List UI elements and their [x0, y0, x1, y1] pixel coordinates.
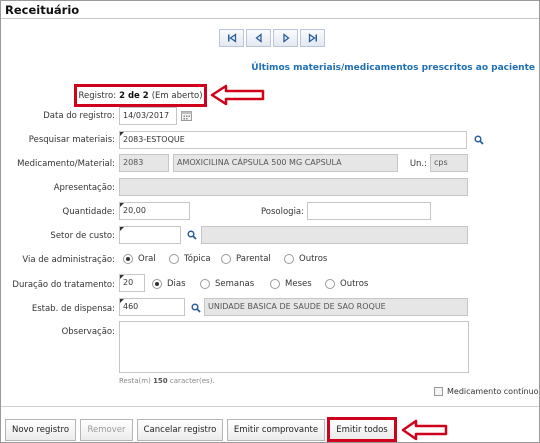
annotation-arrow-icon	[210, 84, 265, 106]
medicamento-name-field: AMOXICILINA CÁPSULA 500 MG CAPSULA	[173, 154, 398, 172]
duracao-semanas-label: Semanas	[215, 279, 255, 289]
apresentacao-label: Apresentação:	[53, 183, 115, 193]
footer-divider	[1, 406, 539, 407]
radio-parental[interactable]	[221, 254, 231, 264]
receituario-window: Receituário Últimos materiais/medicament…	[0, 0, 540, 443]
pesquisar-materiais-input[interactable]: 2083-ESTOQUE	[119, 131, 467, 149]
remaining-suffix: caracter(es).	[169, 377, 215, 385]
duracao-dias-option[interactable]: Dias	[152, 279, 200, 289]
search-icon[interactable]	[474, 135, 484, 145]
via-parental-label: Parental	[236, 254, 271, 264]
estab-dispensa-label: Estab. de dispensa:	[31, 304, 115, 314]
registro-indicator: Registro: 2 de 2 (Em aberto)	[74, 84, 207, 107]
quantidade-label: Quantidade:	[62, 207, 115, 217]
ultimos-prescritos-link[interactable]: Últimos materiais/medicamentos prescrito…	[251, 63, 535, 73]
via-outros-label: Outros	[299, 254, 328, 264]
remaining-prefix: Resta(m)	[119, 377, 151, 385]
radio-meses[interactable]	[270, 279, 280, 289]
medicamento-label: Medicamento/Material:	[17, 159, 115, 169]
next-page-icon	[282, 33, 290, 43]
cancelar-registro-button[interactable]: Cancelar registro	[137, 419, 223, 441]
via-administracao-radio-group: Oral Tópica Parental Outros	[123, 254, 327, 264]
medicamento-continuo-label: Medicamento contínuo	[447, 387, 539, 396]
annotation-arrow-icon	[401, 419, 448, 441]
last-page-button[interactable]	[300, 29, 325, 47]
emitir-comprovante-button[interactable]: Emitir comprovante	[227, 419, 325, 441]
duracao-radio-group: Dias Semanas Meses Outros	[152, 279, 368, 289]
duracao-dias-label: Dias	[167, 279, 186, 289]
unidade-field: cps	[430, 154, 468, 172]
setor-custo-name-field	[201, 226, 468, 244]
duracao-input[interactable]: 20	[119, 274, 145, 292]
observacao-textarea[interactable]	[119, 321, 469, 373]
quantidade-input[interactable]: 20,00	[119, 202, 190, 220]
posologia-input[interactable]	[307, 202, 431, 220]
medicamento-continuo-checkbox[interactable]: Medicamento contínuo	[434, 387, 539, 396]
data-registro-field[interactable]: 14/03/2017	[119, 107, 177, 125]
calendar-icon[interactable]	[181, 110, 192, 121]
radio-topica[interactable]	[169, 254, 179, 264]
via-outros-option[interactable]: Outros	[284, 254, 327, 264]
registro-value: 2 de 2	[119, 90, 149, 101]
duracao-outros-option[interactable]: Outros	[325, 279, 368, 289]
via-administracao-label: Via de administração:	[22, 255, 115, 265]
duracao-meses-option[interactable]: Meses	[270, 279, 325, 289]
duracao-meses-label: Meses	[285, 279, 312, 289]
remover-button[interactable]: Remover	[80, 419, 133, 441]
search-icon[interactable]	[187, 230, 197, 240]
title-divider	[1, 18, 539, 19]
first-page-button[interactable]	[219, 29, 244, 47]
unidade-label: Un.:	[409, 159, 427, 169]
search-icon[interactable]	[191, 303, 201, 313]
setor-custo-label: Setor de custo:	[50, 231, 115, 241]
last-page-icon	[308, 33, 317, 43]
registro-status: (Em aberto)	[151, 90, 203, 101]
via-parental-option[interactable]: Parental	[221, 254, 284, 264]
via-topica-label: Tópica	[184, 254, 211, 264]
emitir-todos-button[interactable]: Emitir todos	[327, 417, 397, 442]
radio-duracao-outros[interactable]	[325, 279, 335, 289]
record-pager	[219, 29, 325, 47]
page-title: Receituário	[5, 3, 80, 17]
next-page-button[interactable]	[273, 29, 298, 47]
duracao-outros-label: Outros	[340, 279, 369, 289]
radio-dias[interactable]	[152, 279, 162, 289]
pesquisar-materiais-label: Pesquisar materiais:	[28, 135, 115, 145]
setor-custo-input[interactable]	[119, 226, 181, 244]
estab-dispensa-name-field: UNIDADE BASICA DE SAUDE DE SAO ROQUE	[204, 298, 468, 316]
radio-outros[interactable]	[284, 254, 294, 264]
duracao-semanas-option[interactable]: Semanas	[200, 279, 270, 289]
previous-page-button[interactable]	[246, 29, 271, 47]
via-oral-option[interactable]: Oral	[123, 254, 169, 264]
medicamento-code-field: 2083	[119, 154, 169, 172]
estab-dispensa-input[interactable]: 460	[119, 298, 185, 316]
radio-oral[interactable]	[123, 254, 133, 264]
remaining-count: 150	[153, 377, 168, 385]
data-registro-label: Data do registro:	[43, 111, 115, 121]
apresentacao-field	[119, 178, 468, 196]
remaining-chars-hint: Resta(m) 150 caracter(es).	[119, 377, 215, 385]
novo-registro-button[interactable]: Novo registro	[5, 419, 76, 441]
observacao-label: Observação:	[61, 327, 115, 337]
radio-semanas[interactable]	[200, 279, 210, 289]
registro-label: Registro:	[78, 90, 117, 101]
via-oral-label: Oral	[138, 254, 156, 264]
previous-page-icon	[254, 33, 262, 43]
duracao-label: Duração do tratamento:	[12, 280, 115, 290]
via-topica-option[interactable]: Tópica	[169, 254, 221, 264]
checkbox-box[interactable]	[434, 387, 443, 396]
first-page-icon	[227, 33, 236, 43]
posologia-label: Posologia:	[260, 207, 304, 217]
